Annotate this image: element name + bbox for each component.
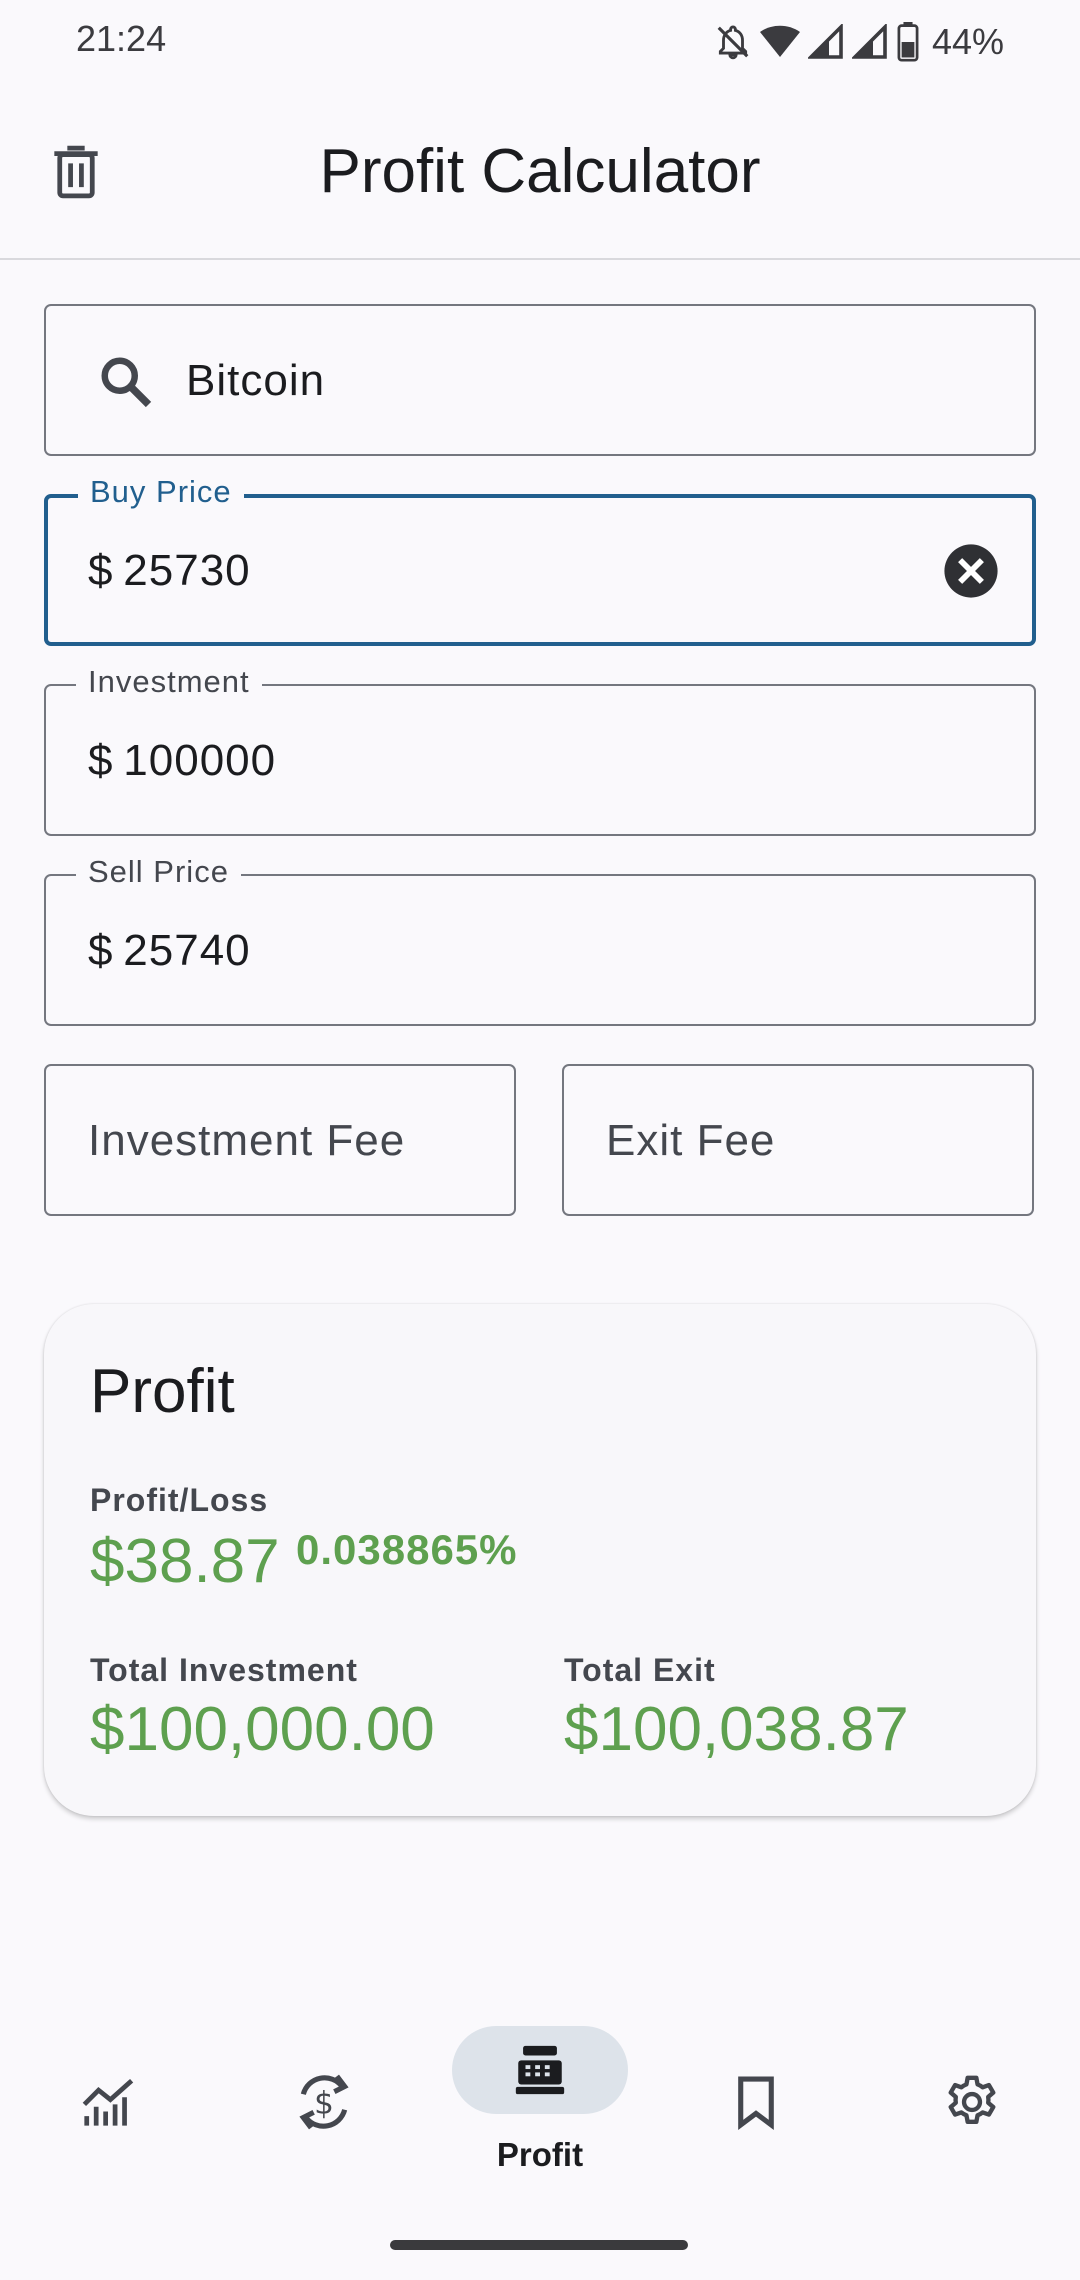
status-time: 21:24	[76, 18, 167, 59]
sell-price-label: Sell Price	[76, 854, 241, 890]
investment-fee-field[interactable]: Investment Fee	[44, 1064, 516, 1216]
buy-price-field[interactable]: Buy Price $ 25730	[44, 474, 1036, 646]
total-exit-label: Total Exit	[564, 1652, 716, 1688]
home-indicator[interactable]	[390, 2240, 688, 2250]
sell-price-field[interactable]: Sell Price $ 25740	[44, 854, 1036, 1026]
sell-price-value: $ 25740	[88, 926, 251, 975]
svg-text:$: $	[314, 2086, 334, 2122]
signal-icon	[807, 24, 843, 59]
battery-percent: 44%	[931, 21, 1004, 62]
bookmark-icon	[724, 2070, 788, 2134]
profit-loss-value: $38.87	[90, 1527, 280, 1596]
investment-value: $ 100000	[88, 736, 277, 785]
cash-register-icon	[508, 2038, 572, 2102]
status-icons: 44%	[714, 20, 1004, 64]
coin-search-value: Bitcoin	[186, 356, 326, 405]
profit-card-title: Profit	[90, 1357, 235, 1426]
exit-fee-field[interactable]: Exit Fee	[562, 1064, 1034, 1216]
signal-icon	[851, 24, 887, 59]
nav-label-profit: Profit	[496, 2136, 584, 2173]
total-investment-label: Total Investment	[90, 1652, 358, 1688]
status-bar: 21:24 44%	[0, 0, 1080, 86]
app-bar: Profit Calculator	[0, 86, 1080, 260]
nav-item-bookmarks[interactable]	[648, 2000, 864, 2200]
total-investment-value: $100,000.00	[90, 1695, 435, 1764]
investment-fee-placeholder: Investment Fee	[88, 1116, 406, 1165]
nav-item-chart[interactable]	[0, 2000, 216, 2200]
investment-field[interactable]: Investment $ 100000	[44, 664, 1036, 836]
total-exit-value: $100,038.87	[564, 1695, 909, 1764]
search-icon	[101, 357, 152, 408]
bell-off-icon	[717, 25, 749, 60]
investment-label: Investment	[76, 664, 262, 700]
nav-item-settings[interactable]	[864, 2000, 1080, 2200]
nav-item-profit[interactable]: Profit	[432, 2000, 648, 2200]
coin-search-field[interactable]: Bitcoin	[44, 304, 1036, 456]
battery-icon	[897, 22, 919, 62]
currency-exchange-icon: $	[292, 2070, 356, 2134]
buy-price-value: $ 25730	[88, 546, 251, 595]
page-title: Profit Calculator	[319, 137, 761, 206]
bottom-nav: $ Profit	[0, 2000, 1080, 2280]
settings-icon	[940, 2070, 1004, 2134]
chart-icon	[76, 2070, 140, 2134]
buy-price-label: Buy Price	[78, 474, 244, 510]
wifi-icon	[759, 25, 800, 57]
profit-loss-label: Profit/Loss	[90, 1482, 269, 1518]
clear-circle-icon[interactable]	[942, 542, 1000, 600]
exit-fee-placeholder: Exit Fee	[606, 1116, 776, 1165]
profit-loss-percent: 0.038865%	[296, 1526, 518, 1573]
profit-card: Profit Profit/Loss $38.87 0.038865% Tota…	[44, 1304, 1036, 1816]
nav-item-exchange[interactable]: $	[216, 2000, 432, 2200]
